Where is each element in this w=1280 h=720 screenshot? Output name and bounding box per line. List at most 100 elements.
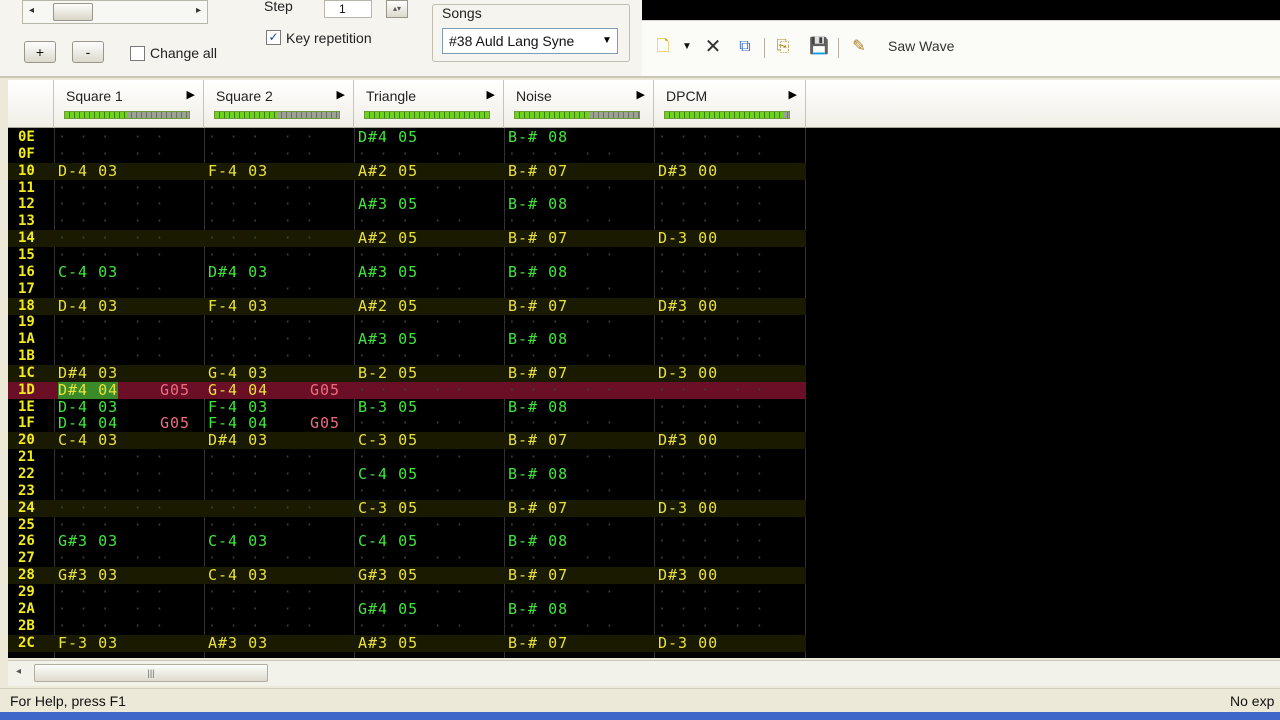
note-cell[interactable]: C-4 03 <box>208 533 268 550</box>
chevron-down-icon[interactable]: ▼ <box>597 29 617 53</box>
empty-cell[interactable]: · · · · · <box>208 281 316 298</box>
pattern-row[interactable]: 22 · · · · · · · · · · C-4 05 B-# 08 · · · · … <box>8 466 806 483</box>
note-cell[interactable]: A#3 05 <box>358 196 418 213</box>
empty-cell[interactable]: · · · · · <box>58 281 166 298</box>
empty-cell[interactable]: · · · · · <box>658 213 766 230</box>
note-cell[interactable]: D-4 03 <box>58 162 118 180</box>
dropdown-arrow-icon[interactable]: ▼ <box>676 36 698 58</box>
note-cell[interactable]: G#4 05 <box>358 600 418 618</box>
note-cell[interactable]: G#3 03 <box>58 567 118 584</box>
empty-cell[interactable]: · · · · · <box>358 517 466 534</box>
note-cell[interactable]: C-4 03 <box>58 263 118 281</box>
empty-cell[interactable]: · · · · · <box>358 213 466 230</box>
remove-frame-button[interactable]: - <box>72 41 104 63</box>
empty-cell[interactable]: · · · · · <box>208 129 316 146</box>
note-cell[interactable]: B-# 07 <box>508 634 568 652</box>
empty-cell[interactable]: · · · · · <box>508 584 616 601</box>
empty-cell[interactable]: · · · · · <box>208 584 316 601</box>
step-spinner[interactable]: ▴▾ <box>386 0 408 18</box>
empty-cell[interactable]: · · · · · <box>658 382 766 399</box>
load-icon[interactable]: ⎘ <box>772 36 794 58</box>
note-cell[interactable]: D#3 00 <box>658 567 718 584</box>
empty-cell[interactable]: · · · · · <box>208 196 316 213</box>
empty-cell[interactable]: · · · · · <box>58 180 166 197</box>
note-cell[interactable]: B-# 07 <box>508 297 568 315</box>
empty-cell[interactable]: · · · · · <box>208 213 316 230</box>
pattern-row[interactable]: 0F · · · · · · · · · · · · · · · · · · · · · … <box>8 146 806 163</box>
empty-cell[interactable]: · · · · · <box>508 517 616 534</box>
channel-noise[interactable]: Noise ▶ <box>504 80 654 128</box>
pattern-row[interactable]: 17 · · · · · · · · · · · · · · · · · · · · · … <box>8 281 806 298</box>
empty-cell[interactable]: · · · · · <box>658 466 766 483</box>
note-cell[interactable]: G-4 04 <box>208 381 268 399</box>
empty-cell[interactable]: · · · · · <box>58 314 166 331</box>
empty-cell[interactable]: · · · · · <box>208 449 316 466</box>
note-cell[interactable]: C-4 03 <box>58 432 118 449</box>
save-icon[interactable]: 💾 <box>808 36 830 58</box>
channel-dpcm[interactable]: DPCM ▶ <box>654 80 806 128</box>
pattern-row[interactable]: 0E · · · · · · · · · · D#4 05 B-# 08 · · · · … <box>8 129 806 146</box>
channel-expand-icon[interactable]: ▶ <box>789 88 797 101</box>
empty-cell[interactable]: · · · · · <box>658 550 766 567</box>
empty-cell[interactable]: · · · · · <box>508 483 616 500</box>
note-cell[interactable]: D#3 00 <box>658 162 718 180</box>
new-document-icon[interactable]: 🗋 <box>652 36 674 58</box>
note-cell[interactable]: D#4 03 <box>208 432 268 449</box>
empty-cell[interactable]: · · · · · <box>508 382 616 399</box>
note-cell[interactable]: D-3 00 <box>658 364 718 382</box>
empty-cell[interactable]: · · · · · <box>358 348 466 365</box>
empty-cell[interactable]: · · · · · <box>58 517 166 534</box>
empty-cell[interactable]: · · · · · <box>58 213 166 230</box>
pattern-row[interactable]: 1A · · · · · · · · · · A#3 05 B-# 08 · · · · … <box>8 331 806 348</box>
note-cell[interactable]: F-4 03 <box>208 162 268 180</box>
empty-cell[interactable]: · · · · · <box>658 483 766 500</box>
horizontal-scrollbar[interactable]: ◂ ||| <box>8 660 1280 686</box>
note-cell[interactable]: D#3 00 <box>658 297 718 315</box>
empty-cell[interactable]: · · · · · <box>508 213 616 230</box>
empty-cell[interactable]: · · · · · <box>208 146 316 163</box>
empty-cell[interactable]: · · · · · <box>658 601 766 618</box>
empty-cell[interactable]: · · · · · <box>208 314 316 331</box>
empty-cell[interactable]: · · · · · <box>658 129 766 146</box>
empty-cell[interactable]: · · · · · <box>58 466 166 483</box>
note-cell[interactable]: D#3 00 <box>658 432 718 449</box>
empty-cell[interactable]: · · · · · <box>358 449 466 466</box>
step-input[interactable]: 1 <box>324 0 372 18</box>
note-cell[interactable]: A#3 05 <box>358 331 418 348</box>
note-cell[interactable]: B-# 07 <box>508 567 568 584</box>
empty-cell[interactable]: · · · · · <box>658 584 766 601</box>
pattern-row[interactable]: 18 D-4 03 F-4 03 A#2 05 B-# 07 D#3 00 <box>8 297 806 315</box>
empty-cell[interactable]: · · · · · <box>358 146 466 163</box>
note-cell[interactable]: B-# 07 <box>508 364 568 382</box>
pattern-row[interactable]: 14 · · · · · · · · · · A#2 05 B-# 07 D-3 00 <box>8 230 806 248</box>
empty-cell[interactable]: · · · · · <box>358 247 466 264</box>
channel-triangle[interactable]: Triangle ▶ <box>354 80 504 128</box>
empty-cell[interactable]: · · · · · <box>208 500 316 517</box>
note-cell[interactable]: B-# 08 <box>508 129 568 146</box>
note-cell[interactable]: F-4 03 <box>208 297 268 315</box>
note-cell[interactable]: G#3 03 <box>58 533 118 550</box>
note-cell[interactable]: B-# 08 <box>508 263 568 281</box>
empty-cell[interactable]: · · · · · <box>208 247 316 264</box>
channel-expand-icon[interactable]: ▶ <box>637 88 645 101</box>
note-cell[interactable]: C-4 05 <box>358 533 418 550</box>
note-cell[interactable]: A#2 05 <box>358 230 418 247</box>
pattern-row[interactable]: 20 C-4 03 D#4 03 C-3 05 B-# 07 D#3 00 <box>8 432 806 450</box>
empty-cell[interactable]: · · · · · <box>208 348 316 365</box>
note-cell[interactable]: C-4 03 <box>208 567 268 584</box>
empty-cell[interactable]: · · · · · <box>208 466 316 483</box>
pattern-row[interactable]: 26 G#3 03 C-4 03 C-4 05 B-# 08 · · · · · <box>8 533 806 550</box>
note-cell[interactable]: D#4 03 <box>208 263 268 281</box>
note-cell[interactable]: B-2 05 <box>358 364 418 382</box>
empty-cell[interactable]: · · · · · <box>58 550 166 567</box>
pattern-row[interactable]: 19 · · · · · · · · · · · · · · · · · · · · · … <box>8 314 806 331</box>
note-cell[interactable]: D#4 05 <box>358 129 418 146</box>
channel-square-1[interactable]: Square 1 ▶ <box>54 80 204 128</box>
empty-cell[interactable]: · · · · · <box>658 281 766 298</box>
empty-cell[interactable]: · · · · · <box>508 348 616 365</box>
pattern-row[interactable]: 2C F-3 03 A#3 03 A#3 05 B-# 07 D-3 00 <box>8 634 806 652</box>
pattern-row[interactable]: 11 · · · · · · · · · · · · · · · · · · · · · … <box>8 180 806 197</box>
empty-cell[interactable]: · · · · · <box>508 146 616 163</box>
edit-icon[interactable]: ✎ <box>848 36 870 58</box>
empty-cell[interactable]: · · · · · <box>58 584 166 601</box>
